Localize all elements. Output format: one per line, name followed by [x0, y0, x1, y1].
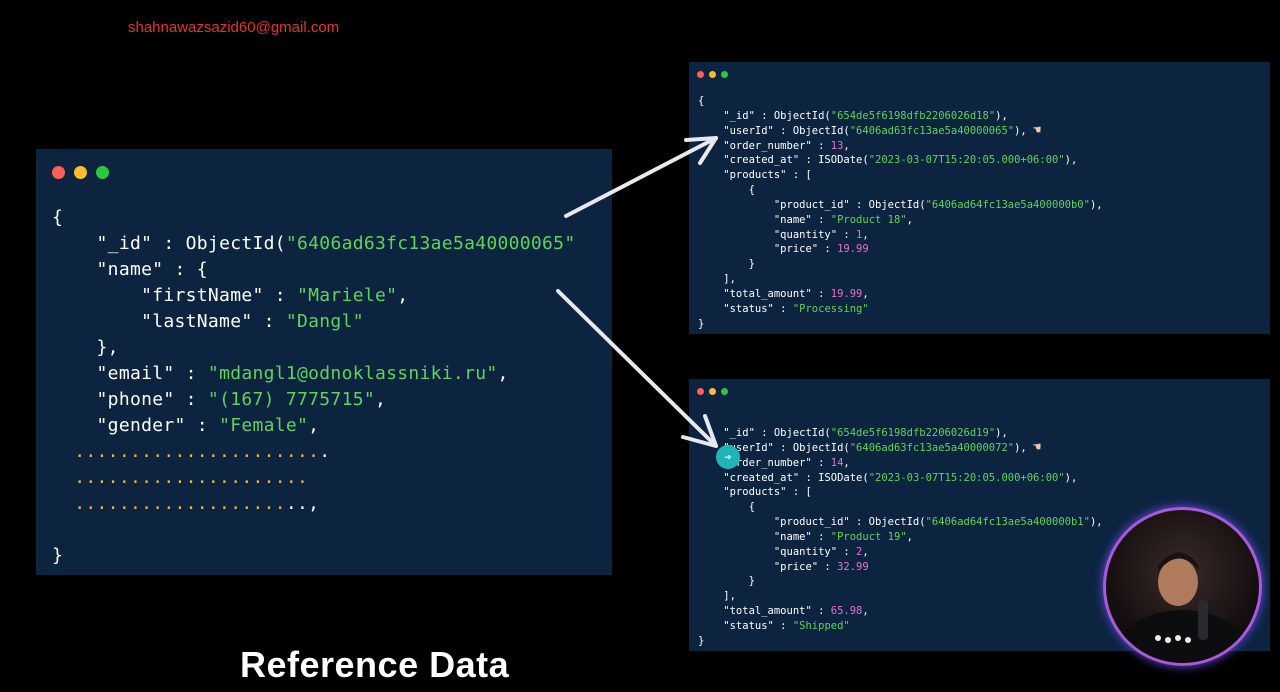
arrow-right-circle-icon: ➔	[716, 445, 740, 469]
arrow-to-order-1	[564, 136, 718, 218]
presenter-avatar	[1103, 507, 1262, 666]
reference-arrows	[556, 136, 718, 448]
arrow-to-order-2	[556, 289, 718, 448]
page-title: Reference Data	[240, 644, 510, 685]
